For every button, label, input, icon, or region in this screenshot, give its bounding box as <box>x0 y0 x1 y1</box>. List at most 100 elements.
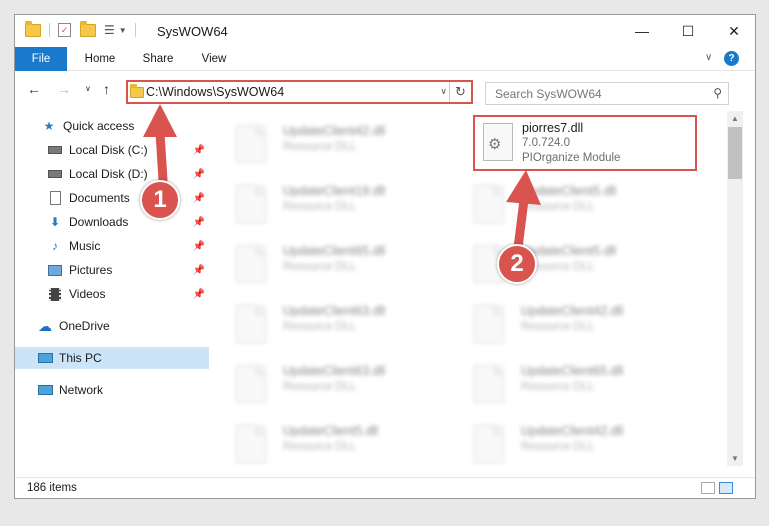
new-folder-icon[interactable] <box>80 20 96 37</box>
maximize-button[interactable]: ☐ <box>665 15 711 47</box>
chevron-down-icon[interactable]: ∨ <box>440 86 447 97</box>
search-placeholder: Search SysWOW64 <box>495 87 602 101</box>
sidebar-item-label: Local Disk (D:) <box>69 167 148 181</box>
sidebar-item-network[interactable]: Network <box>15 379 209 401</box>
navigation-pane: ★ Quick access Local Disk (C:) 📌 Local D… <box>15 111 209 466</box>
folder-icon <box>25 20 41 37</box>
address-path: C:\Windows\SysWOW64 <box>146 85 285 99</box>
drive-icon <box>47 143 63 157</box>
sidebar-item-quick-access[interactable]: ★ Quick access <box>15 115 209 137</box>
list-item[interactable]: UpdateClient5.dll Resource DLL <box>449 237 669 293</box>
forward-arrow-icon[interactable]: → <box>57 81 71 97</box>
navigation-bar: ← → ∨ ↑ C:\Windows\SysWOW64 ∨ ↻ Search S… <box>15 75 755 105</box>
sidebar-item-this-pc[interactable]: This PC <box>15 347 209 369</box>
cloud-icon: ☁ <box>38 317 52 334</box>
drive-icon <box>47 167 63 181</box>
search-input[interactable]: Search SysWOW64 ⚲ <box>485 82 729 105</box>
list-item[interactable]: UpdateClient63.dll Resource DLL <box>211 357 431 413</box>
dll-file-icon <box>236 305 266 343</box>
pin-icon[interactable]: 📌 <box>193 265 205 276</box>
explorer-window: ✓ ☰ ▼ SysWOW64 — ☐ ✕ File Home Share Vie… <box>14 14 756 499</box>
refresh-icon[interactable]: ↻ <box>449 82 471 102</box>
sidebar-item-onedrive[interactable]: ☁ OneDrive <box>15 315 209 337</box>
back-arrow-icon[interactable]: ← <box>27 81 41 97</box>
list-item[interactable]: UpdateClient42.dll Resource DLL <box>449 297 669 353</box>
list-item[interactable]: UpdateClient42.dll Resource DLL <box>449 417 669 466</box>
callout-2: 2 <box>497 244 537 284</box>
address-bar[interactable]: C:\Windows\SysWOW64 ∨ ↻ <box>126 80 473 104</box>
ribbon: File Home Share View ∨ ? <box>15 47 755 71</box>
sidebar-item-label: Documents <box>69 191 130 205</box>
list-item[interactable]: UpdateClient19.dll Resource DLL <box>211 177 431 233</box>
sidebar-item-videos[interactable]: Videos 📌 <box>15 283 209 305</box>
properties-icon[interactable]: ✓ <box>58 23 71 37</box>
pin-icon[interactable]: 📌 <box>193 145 205 156</box>
expand-ribbon-icon[interactable]: ∨ <box>705 52 712 63</box>
dll-file-icon <box>474 305 504 343</box>
sidebar-item-label: Quick access <box>63 119 135 133</box>
list-item[interactable]: UpdateClient65.dll Resource DLL <box>211 237 431 293</box>
sidebar-item-label: This PC <box>59 351 102 365</box>
highlighted-file-piorres7[interactable]: ⚙ piorres7.dll 7.0.724.0 PIOrganize Modu… <box>473 115 697 171</box>
sidebar-item-downloads[interactable]: ⬇ Downloads 📌 <box>15 211 209 233</box>
details-view-icon[interactable] <box>701 482 715 494</box>
list-item[interactable]: UpdateClient42.dll Resource DLL <box>211 117 431 173</box>
pin-icon[interactable]: 📌 <box>193 169 205 180</box>
file-description: PIOrganize Module <box>522 152 621 164</box>
dll-file-icon <box>236 365 266 403</box>
toolbar-dropdown-icon[interactable]: ▼ <box>119 26 127 35</box>
callout-1: 1 <box>140 180 180 220</box>
list-item[interactable]: UpdateClient5.dll Resource DLL <box>211 417 431 466</box>
network-icon <box>37 383 53 397</box>
pin-icon[interactable]: 📌 <box>193 193 205 204</box>
pin-icon[interactable]: 📌 <box>193 289 205 300</box>
sidebar-item-label: Network <box>59 383 104 397</box>
scroll-up-icon[interactable]: ▲ <box>727 111 743 126</box>
list-item[interactable]: UpdateClient5.dll Resource DLL <box>449 177 669 233</box>
dll-file-icon <box>236 125 266 163</box>
tab-share[interactable]: Share <box>133 47 183 71</box>
sidebar-item-local-disk-c[interactable]: Local Disk (C:) 📌 <box>15 139 209 161</box>
dll-file-icon <box>236 245 266 283</box>
status-bar: 186 items <box>15 477 755 498</box>
sidebar-item-pictures[interactable]: Pictures 📌 <box>15 259 209 281</box>
dll-file-icon <box>474 425 504 463</box>
scroll-down-icon[interactable]: ▼ <box>727 451 743 466</box>
up-arrow-icon[interactable]: ↑ <box>103 81 110 97</box>
list-item[interactable]: UpdateClient63.dll Resource DLL <box>211 297 431 353</box>
sidebar-item-label: Videos <box>69 287 106 301</box>
sidebar-item-label: Downloads <box>69 215 129 229</box>
dll-file-icon <box>236 185 266 223</box>
search-icon: ⚲ <box>713 86 722 100</box>
tab-view[interactable]: View <box>191 47 237 71</box>
pin-icon[interactable]: 📌 <box>193 241 205 252</box>
dll-file-icon <box>474 365 504 403</box>
file-version: 7.0.724.0 <box>522 137 570 149</box>
pictures-icon <box>47 263 63 277</box>
file-list: UpdateClient42.dll Resource DLL UpdateCl… <box>211 111 725 466</box>
minimize-button[interactable]: — <box>619 15 665 47</box>
file-name: piorres7.dll <box>522 121 584 135</box>
dll-file-icon <box>474 185 504 223</box>
close-button[interactable]: ✕ <box>711 15 755 47</box>
recent-locations-icon[interactable]: ∨ <box>85 84 91 93</box>
sidebar-item-music[interactable]: ♪ Music 📌 <box>15 235 209 257</box>
sidebar-item-label: Pictures <box>69 263 113 277</box>
vertical-scrollbar[interactable]: ▲ ▼ <box>727 111 743 466</box>
list-item[interactable]: UpdateClient65.dll Resource DLL <box>449 357 669 413</box>
download-icon: ⬇ <box>49 215 61 229</box>
sidebar-item-local-disk-d[interactable]: Local Disk (D:) 📌 <box>15 163 209 185</box>
large-icons-view-icon[interactable] <box>719 482 733 494</box>
scrollbar-thumb[interactable] <box>728 127 742 179</box>
customize-toolbar-icon[interactable]: ☰ <box>104 23 115 37</box>
window-title: SysWOW64 <box>157 24 228 39</box>
help-icon[interactable]: ? <box>724 51 739 66</box>
music-icon: ♪ <box>52 239 58 253</box>
tab-home[interactable]: Home <box>75 47 125 71</box>
item-count: 186 items <box>27 482 77 494</box>
dll-file-icon <box>236 425 266 463</box>
sidebar-item-label: Music <box>69 239 101 253</box>
tab-file[interactable]: File <box>15 47 67 71</box>
dll-file-icon: ⚙ <box>483 123 513 161</box>
pin-icon[interactable]: 📌 <box>193 217 205 228</box>
